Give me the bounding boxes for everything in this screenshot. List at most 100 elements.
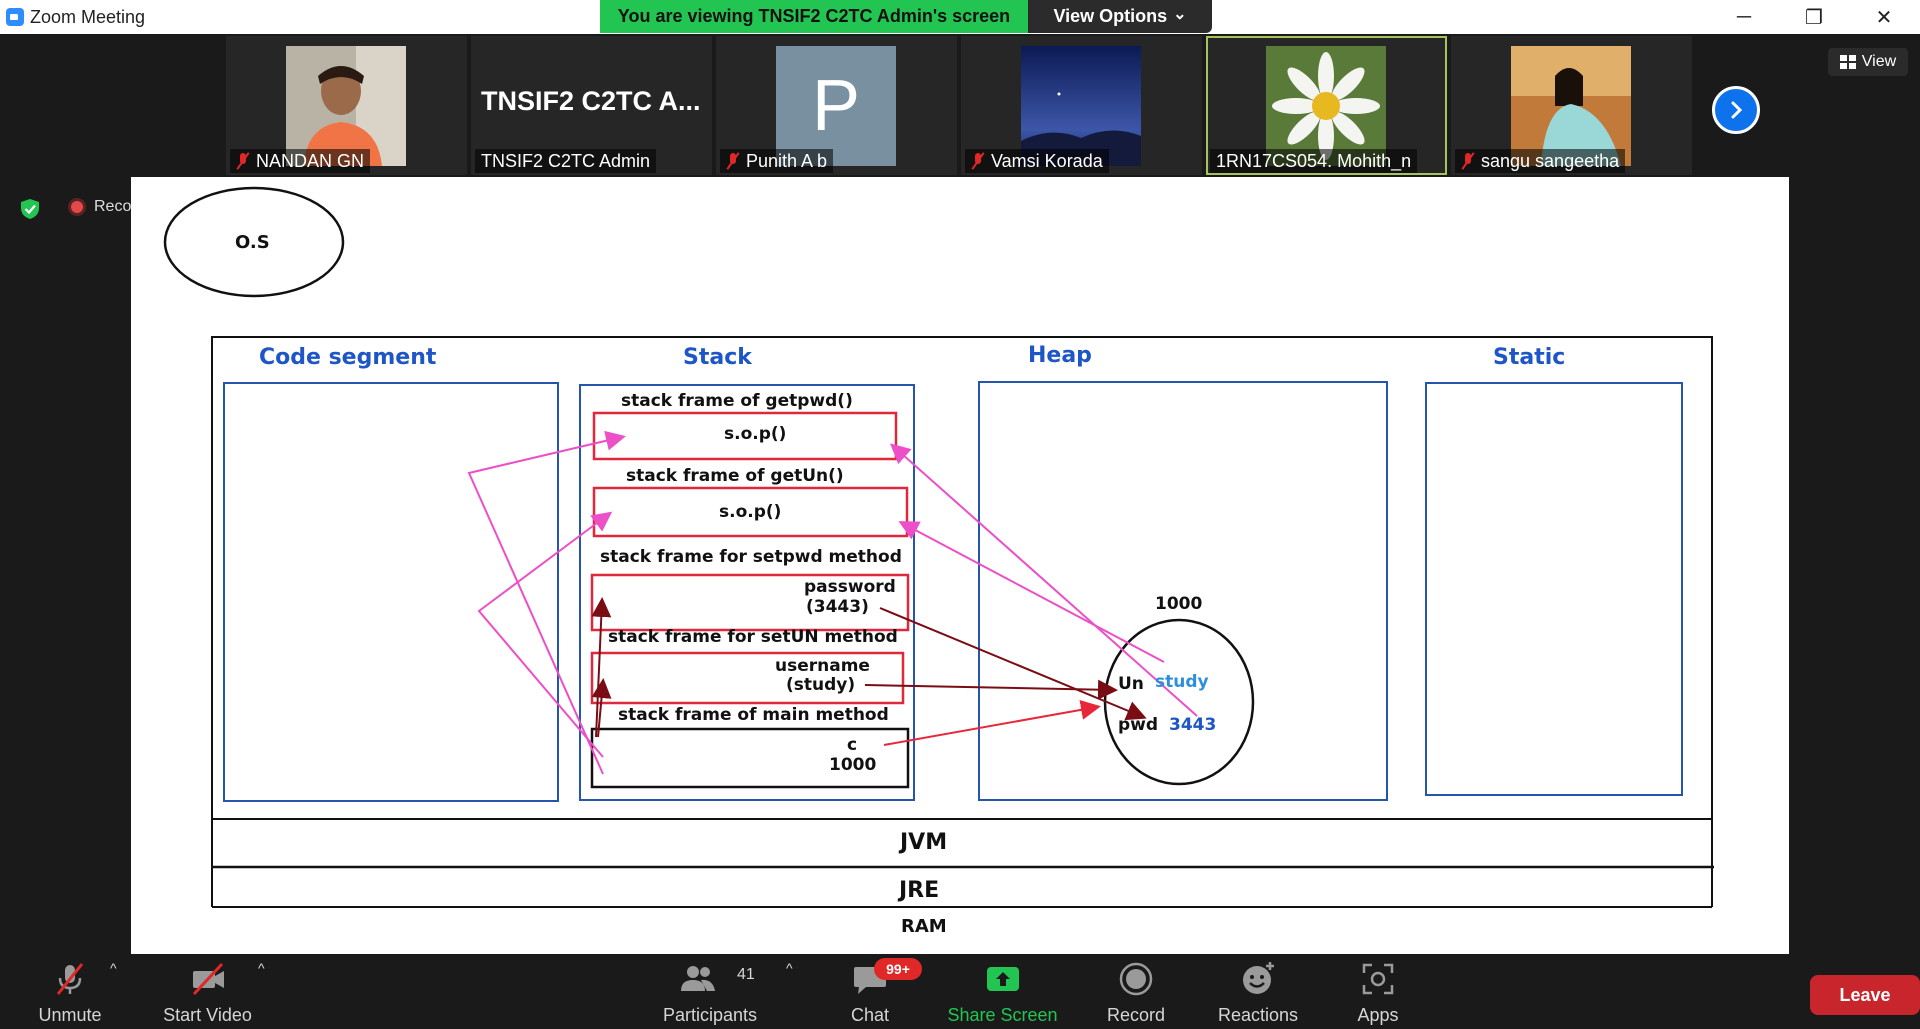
audio-options-caret-icon[interactable]: ^ — [110, 960, 117, 976]
viewing-banner: You are viewing TNSIF2 C2TC Admin's scre… — [600, 0, 1028, 33]
shared-screen: O.S Code segment Stack Heap Static stack… — [131, 177, 1789, 954]
apps-icon — [1362, 963, 1394, 995]
stack-frame-content: username — [775, 656, 870, 676]
stack-frame-content: (study) — [786, 675, 856, 695]
view-layout-button[interactable]: View — [1828, 48, 1908, 76]
meeting-toolbar: Unmute ^ Start Video ^ Participants 41 ^… — [0, 954, 1920, 1029]
participant-name: NANDAN GN — [256, 150, 365, 171]
participants-options-caret-icon[interactable]: ^ — [786, 960, 793, 976]
ram-outer-box — [211, 336, 1713, 820]
view-button-label: View — [1861, 53, 1897, 70]
participant-name: sangu sangeetha — [1481, 150, 1620, 171]
stack-frame-title: stack frame of getpwd() — [621, 391, 853, 411]
participant-tile[interactable]: sangu sangeetha — [1451, 36, 1692, 175]
participant-tile[interactable]: P Punith A b — [716, 36, 957, 175]
stack-frame-content: password — [804, 577, 896, 597]
share-screen-button[interactable]: Share Screen — [940, 954, 1065, 1029]
record-icon — [1119, 962, 1153, 996]
stack-title: Stack — [683, 345, 752, 370]
reactions-label: Reactions — [1217, 1005, 1299, 1025]
apps-label: Apps — [1357, 1005, 1399, 1025]
participant-name-tag: 1RN17CS054. Mohith_n — [1210, 149, 1418, 173]
close-button[interactable]: ✕ — [1854, 0, 1914, 34]
heap-title: Heap — [1028, 343, 1092, 368]
minimize-button[interactable]: ─ — [1714, 0, 1774, 34]
static-title: Static — [1493, 345, 1566, 370]
stack-frame-title: stack frame for setUN method — [608, 627, 898, 647]
participant-name: TNSIF2 C2TC Admin — [481, 150, 651, 171]
chevron-right-icon — [1731, 101, 1743, 119]
stack-frame-title: stack frame of getUn() — [626, 466, 844, 486]
next-page-button[interactable] — [1712, 86, 1760, 134]
stack-frame-content: s.o.p() — [724, 424, 787, 444]
participant-tile[interactable]: Vamsi Korada — [961, 36, 1202, 175]
participants-icon — [681, 966, 715, 991]
chat-label: Chat — [850, 1005, 890, 1025]
participants-count: 41 — [737, 966, 755, 983]
participant-tile[interactable]: NANDAN GN — [226, 36, 467, 175]
stack-frame-content: s.o.p() — [719, 502, 782, 522]
participant-video-thumbnail — [286, 46, 406, 166]
red-arrow — [883, 699, 1101, 746]
gallery-grid-icon — [1839, 55, 1856, 69]
view-options-button[interactable]: View Options ⌄ — [1028, 0, 1212, 33]
record-label: Record — [1106, 1005, 1166, 1025]
video-options-caret-icon[interactable]: ^ — [258, 960, 265, 976]
apps-button[interactable]: Apps — [1338, 954, 1418, 1029]
jre-label: JRE — [899, 878, 940, 903]
reactions-button[interactable]: Reactions — [1208, 954, 1308, 1029]
muted-mic-icon — [236, 152, 250, 170]
heap-box — [978, 381, 1388, 801]
object-ellipse — [1103, 618, 1255, 786]
participant-video-thumbnail — [1021, 46, 1141, 166]
chat-unread-badge: 99+ — [874, 958, 922, 980]
participant-tile-active-speaker[interactable]: 1RN17CS054. Mohith_n — [1206, 36, 1447, 175]
participant-name: 1RN17CS054. Mohith_n — [1216, 150, 1412, 171]
participant-avatar-text: TNSIF2 C2TC A... — [481, 86, 701, 116]
start-video-button[interactable]: Start Video — [150, 954, 265, 1029]
jvm-label: JVM — [900, 830, 948, 855]
window-title: Zoom Meeting — [30, 7, 146, 27]
video-off-icon — [192, 962, 224, 996]
object-field-value: 3443 — [1169, 715, 1217, 735]
participant-name-tag: sangu sangeetha — [1455, 149, 1626, 173]
participant-tile[interactable]: TNSIF2 C2TC A... TNSIF2 C2TC Admin — [471, 36, 712, 175]
avatar: P — [776, 46, 896, 166]
security-shield-icon[interactable] — [20, 198, 40, 220]
unmute-button[interactable]: Unmute — [20, 954, 120, 1029]
muted-mic-icon — [726, 152, 740, 170]
participant-name-tag: Punith A b — [720, 149, 834, 173]
os-label: O.S — [235, 232, 270, 253]
reactions-smiley-icon — [1243, 962, 1274, 994]
muted-mic-icon — [56, 963, 84, 995]
stack-frame-content: (3443) — [806, 597, 869, 617]
record-dot-icon — [68, 198, 86, 216]
participant-name-tag: Vamsi Korada — [965, 149, 1109, 173]
participant-name-tag: TNSIF2 C2TC Admin — [475, 149, 657, 173]
share-screen-icon — [986, 967, 1019, 991]
object-address: 1000 — [1155, 594, 1203, 614]
record-button[interactable]: Record — [1096, 954, 1176, 1029]
participant-video-thumbnail — [1266, 46, 1386, 166]
leave-button[interactable]: Leave — [1810, 975, 1920, 1015]
participant-name-tag: NANDAN GN — [230, 149, 371, 173]
muted-mic-icon — [1461, 152, 1475, 170]
unmute-label: Unmute — [38, 1005, 102, 1025]
object-field-value: study — [1155, 672, 1209, 692]
participants-label: Participants — [662, 1005, 758, 1025]
stack-frame-title: stack frame of main method — [618, 705, 889, 725]
recording-indicator[interactable]: Reco — [68, 198, 131, 216]
zoom-logo-icon — [6, 8, 24, 26]
static-box — [1425, 382, 1683, 796]
object-field-name: pwd — [1118, 715, 1159, 735]
participant-video-thumbnail — [1511, 46, 1631, 166]
code-segment-box — [223, 382, 559, 802]
share-screen-label: Share Screen — [947, 1005, 1058, 1025]
stack-frame-content: c — [847, 735, 858, 755]
participant-name: Punith A b — [746, 150, 828, 171]
recording-label: Reco — [94, 198, 132, 215]
chevron-down-icon: ⌄ — [1173, 5, 1187, 23]
restore-button[interactable]: ❐ — [1784, 0, 1844, 34]
muted-mic-icon — [971, 152, 985, 170]
stack-frame-title: stack frame for setpwd method — [600, 547, 902, 567]
